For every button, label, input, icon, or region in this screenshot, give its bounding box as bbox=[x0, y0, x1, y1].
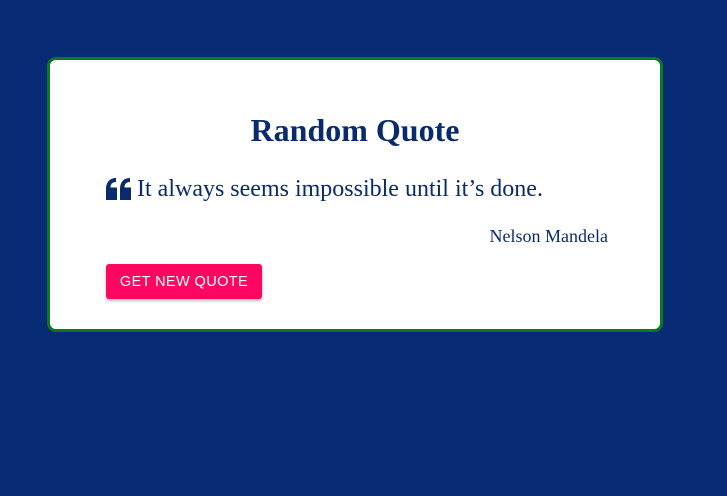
quote-text: It always seems impossible until it’s do… bbox=[137, 176, 543, 202]
quote-row: It always seems impossible until it’s do… bbox=[106, 173, 543, 205]
new-quote-button[interactable]: GET NEW QUOTE bbox=[106, 264, 262, 299]
card-title: Random Quote bbox=[250, 112, 460, 148]
quote-author: Nelson Mandela bbox=[489, 226, 608, 246]
quote-card: Random Quote It always seems impossible … bbox=[47, 57, 663, 332]
quote-left-icon bbox=[106, 178, 132, 200]
